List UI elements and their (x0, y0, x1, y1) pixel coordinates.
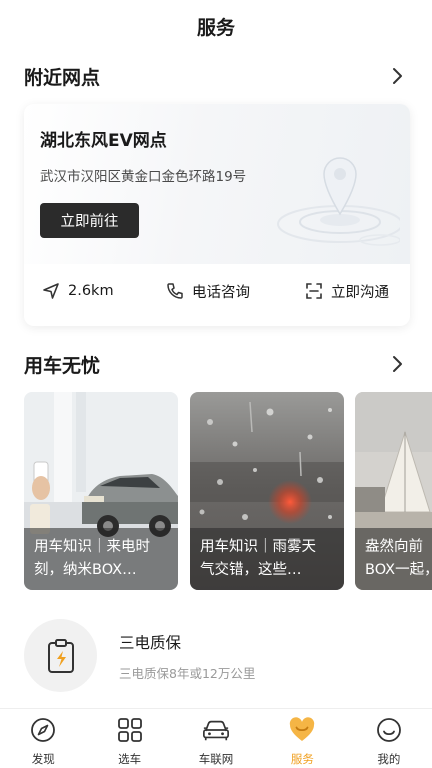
navigation-arrow-icon (43, 283, 59, 299)
top-header: 服务 (0, 0, 432, 52)
nearby-section-header[interactable]: 附近网点 (24, 61, 408, 91)
tab-label: 发现 (31, 752, 55, 766)
article-title-line2: 刻，纳米BOX… (34, 562, 137, 578)
article-title-line2: BOX一起， (365, 562, 432, 578)
phone-consult-label: 电话咨询 (192, 284, 250, 301)
article-card[interactable]: 用车知识｜雨雾天 气交错，这些… (190, 392, 344, 590)
location-pin-ripple-illustration (277, 157, 400, 246)
tab-profile[interactable]: 我的 (346, 709, 432, 768)
article-card[interactable]: 盎然向前 BOX一起， (355, 392, 432, 590)
compass-icon (29, 716, 57, 744)
tab-label: 选车 (118, 752, 142, 766)
tab-label: 我的 (377, 752, 401, 766)
chevron-right-icon[interactable] (388, 66, 408, 86)
bottom-tab-bar: 发现 选车 车联网 服务 我的 (0, 708, 432, 768)
card-actions: 2.6km 电话咨询 立即沟通 (24, 274, 410, 308)
distance-indicator: 2.6km (42, 274, 114, 308)
heart-service-icon (288, 716, 316, 744)
article-title-line2: 气交错，这些… (200, 562, 302, 578)
article-title-line1: 盎然向前 (365, 539, 423, 555)
article-caption: 用车知识｜来电时 刻，纳米BOX… (24, 528, 178, 590)
article-title-line1: 用车知识｜雨雾天 (200, 539, 316, 555)
warranty-item[interactable]: 三电质保 三电质保8年或12万公里 (24, 619, 408, 693)
warranty-title: 三电质保 (119, 634, 182, 652)
smiley-icon (375, 716, 403, 744)
page-title: 服务 (196, 16, 235, 39)
grid-icon (116, 716, 144, 744)
chat-now-label: 立即沟通 (331, 284, 389, 301)
tab-discover[interactable]: 发现 (0, 709, 86, 768)
tab-label: 车联网 (198, 752, 234, 766)
chat-now-button[interactable]: 立即沟通 (305, 274, 389, 308)
article-carousel[interactable]: 用车知识｜来电时 刻，纳米BOX… 用车知识｜雨雾天 气交错，这些… 盎然向前 … (24, 392, 432, 590)
scan-icon (306, 283, 322, 299)
worry-free-section-title: 用车无忧 (24, 354, 101, 377)
article-card[interactable]: 用车知识｜来电时 刻，纳米BOX… (24, 392, 178, 590)
article-title-line1: 用车知识｜来电时 (34, 539, 150, 555)
nearby-section-title: 附近网点 (24, 66, 101, 89)
battery-clipboard-icon (24, 619, 97, 692)
chevron-right-icon[interactable] (388, 354, 408, 374)
article-caption: 用车知识｜雨雾天 气交错，这些… (190, 528, 344, 590)
tab-select-car[interactable]: 选车 (86, 709, 172, 768)
car-icon (202, 716, 230, 744)
phone-icon (167, 283, 183, 299)
dealer-address: 武汉市汉阳区黄金口金色环路19号 (40, 169, 247, 185)
worry-free-section-header[interactable]: 用车无忧 (24, 349, 408, 379)
phone-consult-button[interactable]: 电话咨询 (166, 274, 250, 308)
distance-value: 2.6km (68, 283, 114, 299)
tab-label: 服务 (290, 752, 314, 766)
tab-service[interactable]: 服务 (259, 709, 345, 768)
navigate-button[interactable]: 立即前往 (40, 203, 139, 238)
warranty-subtitle: 三电质保8年或12万公里 (119, 666, 256, 681)
dealer-name: 湖北东风EV网点 (40, 131, 167, 151)
dealer-card[interactable]: 湖北东风EV网点 武汉市汉阳区黄金口金色环路19号 立即前往 2.6km 电话咨… (24, 104, 410, 326)
tab-connected-car[interactable]: 车联网 (173, 709, 259, 768)
article-caption: 盎然向前 BOX一起， (355, 528, 432, 590)
